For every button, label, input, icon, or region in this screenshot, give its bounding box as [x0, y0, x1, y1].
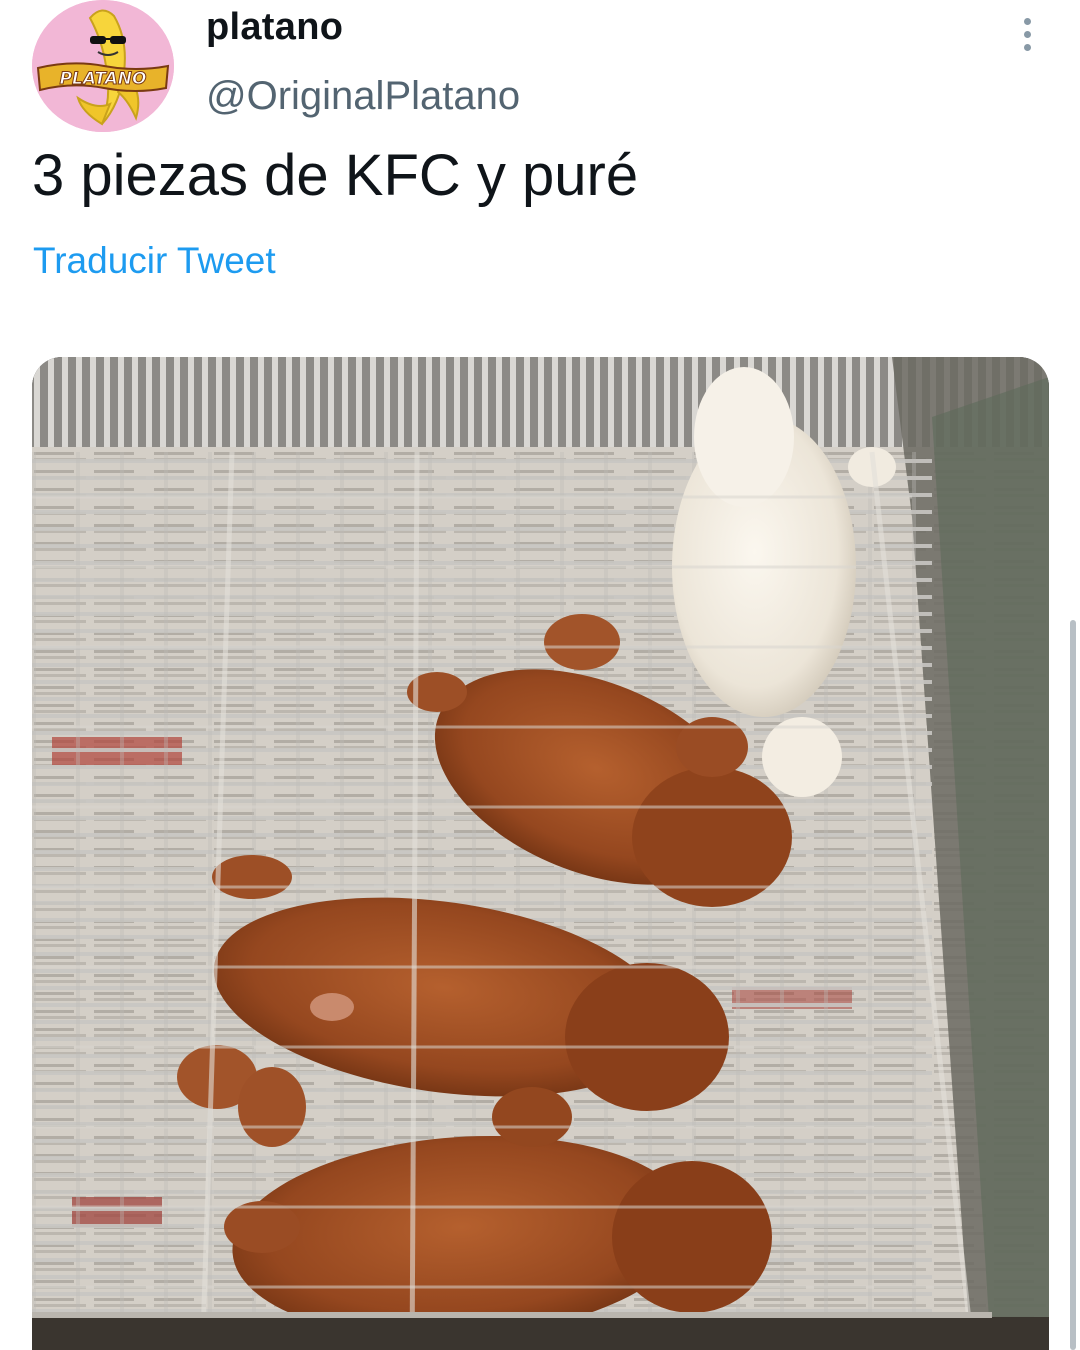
- tweet-photo[interactable]: [32, 357, 1049, 1350]
- more-vertical-icon-dot: [1023, 43, 1031, 51]
- translate-tweet-link[interactable]: Traducir Tweet: [33, 240, 276, 282]
- avatar[interactable]: PLATANO: [32, 0, 174, 132]
- avatar-logo-text: PLATANO: [60, 69, 147, 89]
- more-vertical-icon: [1023, 17, 1031, 25]
- tweet-view: PLATANO platano @OriginalPlatano 3 pieza…: [0, 0, 1080, 1350]
- banana-logo-icon: PLATANO: [32, 0, 174, 132]
- more-vertical-icon-dot: [1023, 30, 1031, 38]
- tweet-text: 3 piezas de KFC y puré: [32, 143, 639, 208]
- scrollbar[interactable]: [1070, 620, 1076, 1350]
- puppies-in-cage-photo: [32, 357, 1049, 1350]
- display-name[interactable]: platano: [206, 6, 343, 49]
- more-options-button[interactable]: [1008, 12, 1046, 56]
- user-handle[interactable]: @OriginalPlatano: [206, 74, 520, 119]
